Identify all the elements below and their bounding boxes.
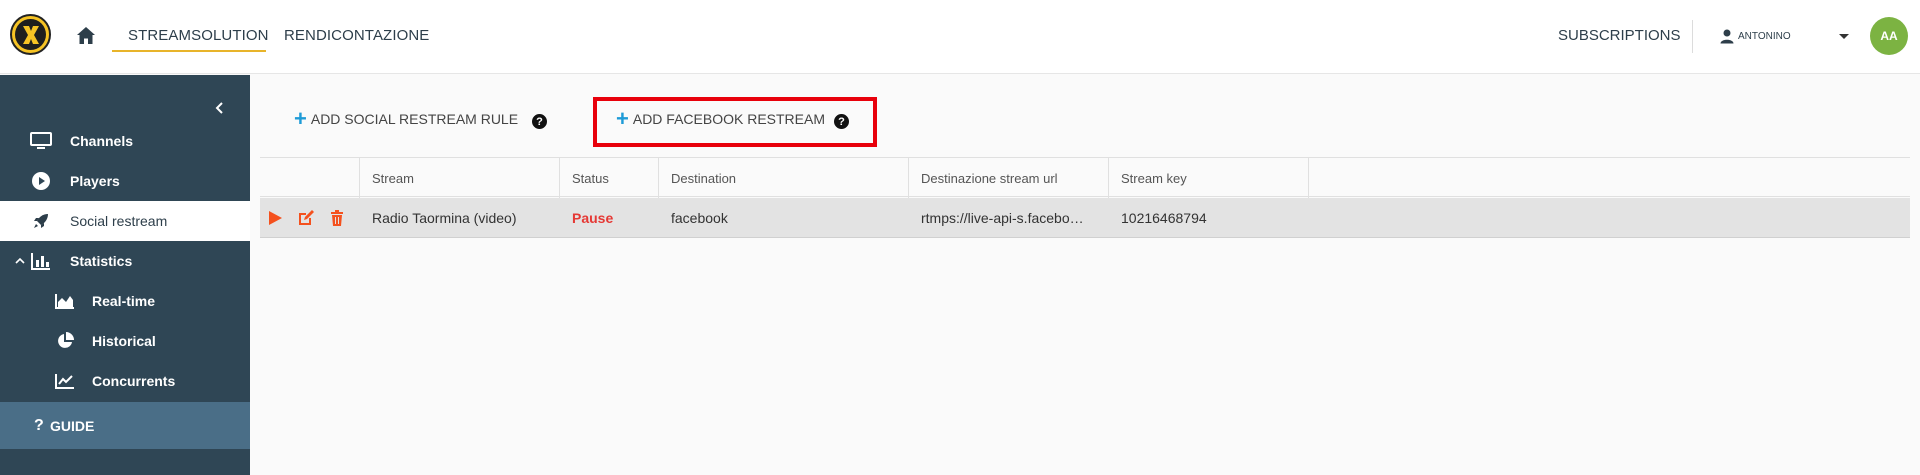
sidebar-item-label: Players: [70, 173, 120, 189]
play-circle-icon: [30, 171, 52, 191]
sidebar-item-label: Channels: [70, 133, 134, 149]
column-header-stream-key[interactable]: Stream key: [1109, 158, 1309, 198]
question-mark-icon: ?: [34, 416, 44, 434]
sidebar-item-guide[interactable]: ? GUIDE: [0, 402, 250, 449]
active-tab-underline: [112, 50, 266, 52]
tab-rendicontazione[interactable]: RENDICONTAZIONE: [284, 27, 429, 44]
area-chart-icon: [54, 291, 76, 311]
logo-mark-icon: [15, 19, 46, 50]
home-icon[interactable]: [74, 24, 98, 48]
cell-destination: facebook: [671, 210, 728, 226]
sidebar-item-historical[interactable]: Historical: [0, 321, 250, 361]
sidebar-item-label: Historical: [92, 333, 156, 349]
rocket-icon: [30, 211, 52, 231]
button-label: ADD SOCIAL RESTREAM RULE: [310, 111, 519, 127]
subscriptions-link[interactable]: SUBSCRIPTIONS: [1558, 27, 1681, 44]
bar-chart-icon: [30, 251, 52, 271]
column-header-url[interactable]: Destinazione stream url: [909, 158, 1109, 198]
status-badge: Pause: [572, 210, 614, 226]
sidebar-item-channels[interactable]: Channels: [0, 121, 250, 161]
chevron-down-icon[interactable]: [1839, 34, 1849, 39]
cell-url: rtmps://live-api-s.facebo…: [921, 210, 1084, 226]
top-bar: STREAMSOLUTION RENDICONTAZIONE SUBSCRIPT…: [0, 0, 1920, 74]
table-header: Stream Status Destination Destinazione s…: [260, 157, 1910, 198]
sidebar-item-real-time[interactable]: Real-time: [0, 281, 250, 321]
sidebar: Channels Players Social restream Statist…: [0, 75, 250, 475]
cell-stream: Radio Taormina (video): [372, 210, 517, 226]
chevron-up-icon: [14, 251, 26, 271]
main-content: + ADD SOCIAL RESTREAM RULE ? + ADD FACEB…: [250, 75, 1920, 475]
table-row[interactable]: Radio Taormina (video) Pause facebook rt…: [260, 198, 1910, 238]
column-header-stream[interactable]: Stream: [360, 158, 560, 198]
app-logo[interactable]: [10, 14, 51, 55]
user-name[interactable]: ANTONINO: [1738, 31, 1791, 42]
sidebar-item-label: Concurrents: [92, 373, 176, 389]
sidebar-item-label: GUIDE: [50, 417, 95, 434]
sidebar-item-statistics[interactable]: Statistics: [0, 241, 250, 281]
add-social-restream-rule-button[interactable]: + ADD SOCIAL RESTREAM RULE: [294, 106, 519, 131]
plus-icon: +: [294, 106, 307, 131]
monitor-icon: [30, 131, 52, 151]
sidebar-item-label: Social restream: [70, 213, 168, 229]
edit-icon[interactable]: [297, 209, 315, 227]
line-chart-icon: [54, 371, 76, 391]
sidebar-item-label: Statistics: [70, 253, 133, 269]
column-header-actions: [260, 158, 360, 198]
sidebar-item-label: Real-time: [92, 293, 156, 309]
avatar[interactable]: AA: [1870, 17, 1908, 55]
highlight-box: [593, 97, 877, 147]
cell-stream-key: 10216468794: [1121, 210, 1207, 226]
sidebar-item-social-restream[interactable]: Social restream: [0, 201, 250, 241]
column-header-status[interactable]: Status: [560, 158, 659, 198]
sidebar-item-players[interactable]: Players: [0, 161, 250, 201]
header-divider: [1692, 20, 1693, 53]
sidebar-item-concurrents[interactable]: Concurrents: [0, 361, 250, 401]
column-header-destination[interactable]: Destination: [659, 158, 909, 198]
tab-streamsolution[interactable]: STREAMSOLUTION: [128, 27, 269, 44]
pie-chart-icon: [54, 331, 76, 351]
delete-icon[interactable]: [328, 209, 346, 227]
play-icon[interactable]: [266, 209, 284, 227]
help-icon[interactable]: ?: [532, 114, 547, 129]
user-icon: [1719, 28, 1735, 44]
chevron-left-icon[interactable]: [213, 101, 227, 115]
